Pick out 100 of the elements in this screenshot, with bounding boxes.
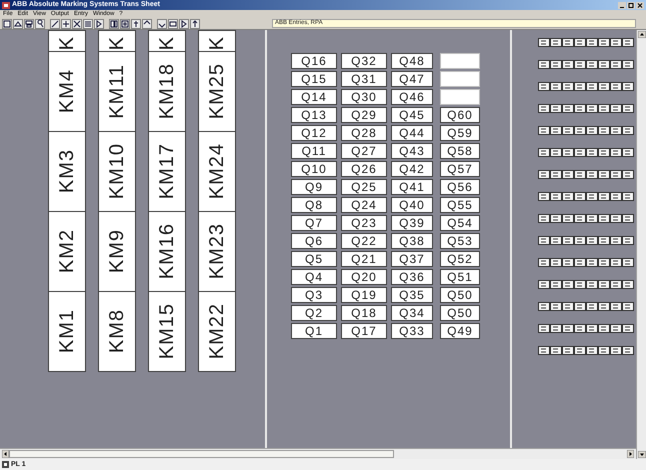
tag-text: Q59 bbox=[440, 125, 480, 141]
tag-text: Q10 bbox=[291, 161, 337, 177]
status-icon bbox=[2, 461, 9, 468]
tag-text: Q25 bbox=[341, 179, 387, 195]
tag-text: Q49 bbox=[440, 323, 480, 339]
tag-text: Q12 bbox=[291, 125, 337, 141]
tag-text: Q38 bbox=[391, 233, 433, 249]
horizontal-scrollbar[interactable] bbox=[0, 448, 636, 459]
tag-text: Q15 bbox=[291, 71, 337, 87]
label-tag: K bbox=[198, 30, 236, 52]
close-icon[interactable] bbox=[636, 2, 644, 8]
scroll-left-icon[interactable] bbox=[2, 450, 9, 458]
label-text: KM18 bbox=[156, 63, 178, 120]
tag-text: Q37 bbox=[391, 251, 433, 267]
toolbar-icon[interactable] bbox=[72, 18, 82, 28]
toolbar-icon[interactable] bbox=[61, 18, 71, 28]
tag-text: Q4 bbox=[291, 269, 337, 285]
tag-text: Q13 bbox=[291, 107, 337, 123]
label-text: KM3 bbox=[56, 149, 78, 194]
tag-text: Q35 bbox=[391, 287, 433, 303]
minimize-icon[interactable] bbox=[618, 2, 626, 8]
tag-text: Q36 bbox=[391, 269, 433, 285]
label-text: KM4 bbox=[56, 69, 78, 114]
label-text: KM9 bbox=[106, 229, 128, 274]
tag-text: Q21 bbox=[341, 251, 387, 267]
toolbar-icon[interactable] bbox=[94, 18, 104, 28]
tag-text: Q17 bbox=[341, 323, 387, 339]
toolbar-icon[interactable] bbox=[13, 18, 23, 28]
tag-text: Q22 bbox=[341, 233, 387, 249]
toolbar-icon[interactable] bbox=[24, 18, 34, 28]
tag-text: Q19 bbox=[341, 287, 387, 303]
scroll-right-icon[interactable] bbox=[627, 450, 634, 458]
tag-text: Q27 bbox=[341, 143, 387, 159]
tag-text: Q24 bbox=[341, 197, 387, 213]
tag-text: Q60 bbox=[440, 107, 480, 123]
tag-text: Q16 bbox=[291, 53, 337, 69]
blank-tag bbox=[440, 53, 480, 69]
toolbar-icon[interactable] bbox=[168, 18, 178, 28]
tag-text: Q1 bbox=[291, 323, 337, 339]
tag-text: Q50 bbox=[440, 305, 480, 321]
tag-text: Q11 bbox=[291, 143, 337, 159]
label-text: KM16 bbox=[156, 223, 178, 280]
tag-text: Q32 bbox=[341, 53, 387, 69]
maximize-icon[interactable] bbox=[627, 2, 635, 8]
scroll-up-icon[interactable] bbox=[638, 31, 646, 38]
tag-text: Q33 bbox=[391, 323, 433, 339]
blank-tag bbox=[440, 71, 480, 87]
toolbar-icon[interactable] bbox=[131, 18, 141, 28]
label-text: KM10 bbox=[106, 143, 128, 200]
tag-text: Q58 bbox=[440, 143, 480, 159]
toolbar-icon[interactable] bbox=[190, 18, 200, 28]
tag-text: Q7 bbox=[291, 215, 337, 231]
toolbar-icon[interactable] bbox=[157, 18, 167, 28]
tag-text: Q48 bbox=[391, 53, 433, 69]
toolbar-icon[interactable] bbox=[50, 18, 60, 28]
tag-text: Q40 bbox=[391, 197, 433, 213]
tag-text: Q42 bbox=[391, 161, 433, 177]
tag-text: Q14 bbox=[291, 89, 337, 105]
tag-text: Q6 bbox=[291, 233, 337, 249]
tag-text: Q47 bbox=[391, 71, 433, 87]
label-text: KM24 bbox=[206, 143, 228, 200]
tag-text: Q57 bbox=[440, 161, 480, 177]
toolbar-icon[interactable] bbox=[120, 18, 130, 28]
tag-text: Q31 bbox=[341, 71, 387, 87]
tag-text: Q56 bbox=[440, 179, 480, 195]
tag-text: Q50 bbox=[440, 287, 480, 303]
toolbar-icon[interactable] bbox=[2, 18, 12, 28]
vertical-scrollbar[interactable] bbox=[636, 30, 646, 459]
tag-text: Q29 bbox=[341, 107, 387, 123]
toolbar-icon[interactable] bbox=[142, 18, 152, 28]
tag-text: Q3 bbox=[291, 287, 337, 303]
scroll-down-icon[interactable] bbox=[638, 451, 646, 458]
tag-text: Q41 bbox=[391, 179, 433, 195]
tag-text: Q45 bbox=[391, 107, 433, 123]
label-text: KM1 bbox=[56, 309, 78, 354]
label-text: KM2 bbox=[56, 229, 78, 274]
scrollbar-thumb[interactable] bbox=[9, 450, 394, 458]
label-text: KM23 bbox=[206, 223, 228, 280]
tag-text: Q43 bbox=[391, 143, 433, 159]
label-text: KM11 bbox=[106, 64, 128, 119]
tag-text: Q52 bbox=[440, 251, 480, 267]
toolbar-icon[interactable] bbox=[109, 18, 119, 28]
tag-text: Q44 bbox=[391, 125, 433, 141]
toolbar-icon[interactable] bbox=[179, 18, 189, 28]
label-text: KM25 bbox=[206, 63, 228, 120]
label-text: KM8 bbox=[106, 309, 128, 354]
label-tag: K bbox=[148, 30, 186, 52]
toolbar-icon[interactable] bbox=[35, 18, 45, 28]
tag-text: Q55 bbox=[440, 197, 480, 213]
tag-text: Q30 bbox=[341, 89, 387, 105]
label-text: KM17 bbox=[156, 143, 178, 200]
tag-text: Q8 bbox=[291, 197, 337, 213]
tag-text: Q26 bbox=[341, 161, 387, 177]
toolbar-icon[interactable] bbox=[83, 18, 93, 28]
tag-text: Q5 bbox=[291, 251, 337, 267]
tag-text: Q51 bbox=[440, 269, 480, 285]
tag-text: Q23 bbox=[341, 215, 387, 231]
tag-text: Q2 bbox=[291, 305, 337, 321]
tag-text: Q18 bbox=[341, 305, 387, 321]
tag-text: Q39 bbox=[391, 215, 433, 231]
